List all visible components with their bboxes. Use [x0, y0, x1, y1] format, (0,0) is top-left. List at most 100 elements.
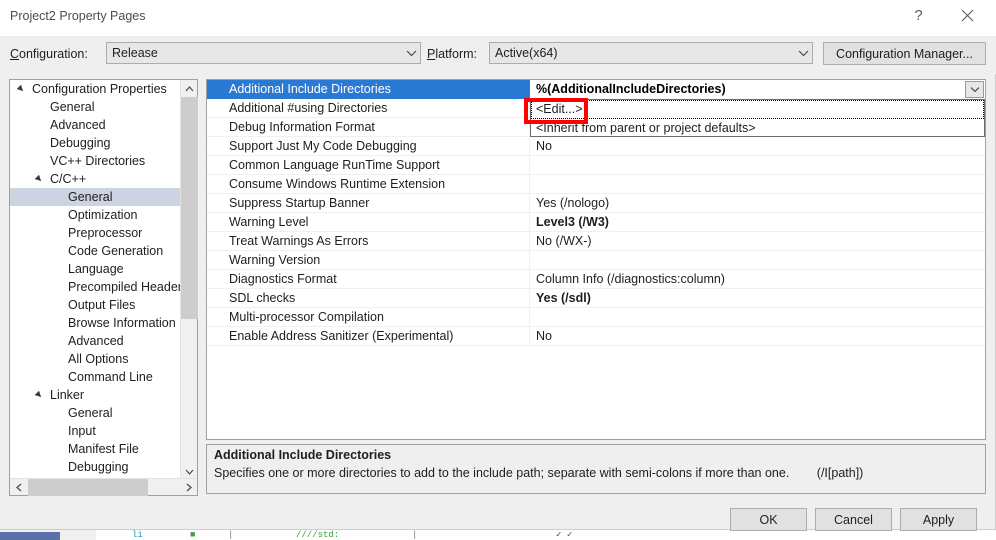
configuration-manager-button[interactable]: Configuration Manager... [823, 42, 986, 65]
property-value[interactable]: Column Info (/diagnostics:column) [530, 270, 985, 289]
question-mark-icon: ? [914, 7, 923, 24]
tree-item-all-options[interactable]: All Options [10, 350, 180, 368]
property-row[interactable]: Diagnostics Format Column Info (/diagnost… [207, 270, 985, 289]
property-row[interactable]: Consume Windows Runtime Extension [207, 175, 985, 194]
property-name: Debug Information Format [229, 120, 375, 134]
property-name: Common Language RunTime Support [229, 158, 440, 172]
property-row[interactable]: Warning Version [207, 251, 985, 270]
description-title: Additional Include Directories [214, 448, 392, 462]
twisty-expanded-icon[interactable] [32, 386, 46, 404]
property-row[interactable]: Support Just My Code Debugging No [207, 137, 985, 156]
property-name: Diagnostics Format [229, 272, 337, 286]
value-dropdown-button[interactable] [965, 81, 984, 98]
property-row[interactable]: Warning Level Level3 (/W3) [207, 213, 985, 232]
property-value[interactable]: %(AdditionalIncludeDirectories) [530, 80, 985, 99]
dropdown-option[interactable]: <Edit...> [531, 100, 984, 119]
twisty-expanded-icon[interactable] [32, 170, 46, 188]
code-token: li [132, 530, 143, 540]
property-row[interactable]: Suppress Startup Banner Yes (/nologo) [207, 194, 985, 213]
tree-item-precompiled-headers[interactable]: Precompiled Headers [10, 278, 180, 296]
tree-item-debugging[interactable]: Debugging [10, 458, 180, 476]
tree-item-browse-information[interactable]: Browse Information [10, 314, 180, 332]
tree-item-debugging[interactable]: Debugging [10, 134, 180, 152]
tree-item-output-files[interactable]: Output Files [10, 296, 180, 314]
tree-item-label: General [68, 190, 113, 204]
apply-button[interactable]: Apply [900, 508, 977, 531]
code-token: ////std: [296, 530, 340, 540]
tree-item-general[interactable]: General [10, 404, 180, 422]
configuration-manager-label: Configuration Manager... [836, 46, 973, 61]
tree-item-configuration-properties[interactable]: Configuration Properties [10, 80, 180, 98]
property-name: Suppress Startup Banner [229, 196, 370, 210]
ok-button[interactable]: OK [730, 508, 807, 531]
tree-item-label: Preprocessor [68, 226, 143, 240]
tree-item-general[interactable]: General [10, 98, 180, 116]
platform-combobox[interactable]: Active(x64) [489, 42, 813, 64]
value-dropdown-popup[interactable]: <Edit...> <Inherit from parent or project… [530, 99, 985, 137]
cancel-button[interactable]: Cancel [815, 508, 892, 531]
scroll-left-icon[interactable] [10, 479, 27, 496]
help-button[interactable]: ? [896, 0, 941, 31]
chevron-down-icon [402, 49, 420, 57]
description-sentence: Specifies one or more directories to add… [214, 466, 790, 480]
tree-item-label: General [50, 100, 95, 114]
tree-item-label: Optimization [68, 208, 138, 222]
property-value[interactable]: Level3 (/W3) [530, 213, 985, 232]
tree-item-linker[interactable]: Linker [10, 386, 180, 404]
tree-item-code-generation[interactable]: Code Generation [10, 242, 180, 260]
property-value[interactable] [530, 308, 985, 327]
tree-item-advanced[interactable]: Advanced [10, 116, 180, 134]
tree-item-label: Language [68, 262, 124, 276]
property-value[interactable] [530, 156, 985, 175]
tree-item-language[interactable]: Language [10, 260, 180, 278]
tree-item-label: General [68, 406, 113, 420]
property-value[interactable]: No (/WX-) [530, 232, 985, 251]
property-value[interactable]: No [530, 327, 985, 346]
property-row[interactable]: Additional Include Directories %(Addition… [207, 80, 985, 99]
property-grid[interactable]: Additional Include Directories %(Addition… [206, 79, 986, 440]
property-name: Consume Windows Runtime Extension [229, 177, 446, 191]
tree-item-label: Input [68, 424, 96, 438]
property-value[interactable] [530, 251, 985, 270]
property-row[interactable]: Common Language RunTime Support [207, 156, 985, 175]
property-value[interactable]: No [530, 137, 985, 156]
property-name: Warning Level [229, 215, 309, 229]
tree-horizontal-scroll-thumb[interactable] [28, 479, 148, 496]
tree-item-label: Output Files [68, 298, 136, 312]
tree-item-optimization[interactable]: Optimization [10, 206, 180, 224]
tree-item-manifest-file[interactable]: Manifest File [10, 440, 180, 458]
property-value[interactable]: Yes (/nologo) [530, 194, 985, 213]
property-name: SDL checks [229, 291, 296, 305]
property-row[interactable]: Multi-processor Compilation [207, 308, 985, 327]
tree-item-command-line[interactable]: Command Line [10, 368, 180, 386]
property-row[interactable]: SDL checks Yes (/sdl) [207, 289, 985, 308]
scroll-up-icon[interactable] [181, 80, 198, 97]
property-value[interactable] [530, 175, 985, 194]
configuration-properties-tree[interactable]: Configuration Properties General Advanced D… [9, 79, 198, 496]
dialog-titlebar: Project2 Property Pages ? [0, 0, 996, 36]
tree-item-input[interactable]: Input [10, 422, 180, 440]
code-token: ✓ ✓ [556, 530, 573, 540]
tree-item-vc-directories[interactable]: VC++ Directories [10, 152, 180, 170]
chevron-down-icon [794, 49, 812, 57]
tree-vertical-scroll-thumb[interactable] [181, 97, 198, 319]
configuration-label: Configuration: [10, 47, 88, 61]
configuration-combobox[interactable]: Release [106, 42, 421, 64]
tree-item-c-c[interactable]: C/C++ [10, 170, 180, 188]
tree-vertical-scrollbar[interactable] [180, 80, 198, 480]
dropdown-option[interactable]: <Inherit from parent or project defaults… [531, 119, 984, 138]
tree-item-label: Advanced [50, 118, 106, 132]
close-button[interactable] [945, 0, 990, 31]
twisty-expanded-icon[interactable] [14, 80, 28, 98]
tree-item-label: Command Line [68, 370, 153, 384]
code-token: | [228, 530, 234, 540]
property-row[interactable]: Enable Address Sanitizer (Experimental) N… [207, 327, 985, 346]
scroll-right-icon[interactable] [180, 479, 197, 496]
tree-item-general[interactable]: General [10, 188, 180, 206]
tree-item-label: Configuration Properties [32, 82, 167, 96]
property-value[interactable]: Yes (/sdl) [530, 289, 985, 308]
tree-item-advanced[interactable]: Advanced [10, 332, 180, 350]
tree-item-preprocessor[interactable]: Preprocessor [10, 224, 180, 242]
property-row[interactable]: Treat Warnings As Errors No (/WX-) [207, 232, 985, 251]
tree-horizontal-scrollbar[interactable] [10, 478, 197, 496]
